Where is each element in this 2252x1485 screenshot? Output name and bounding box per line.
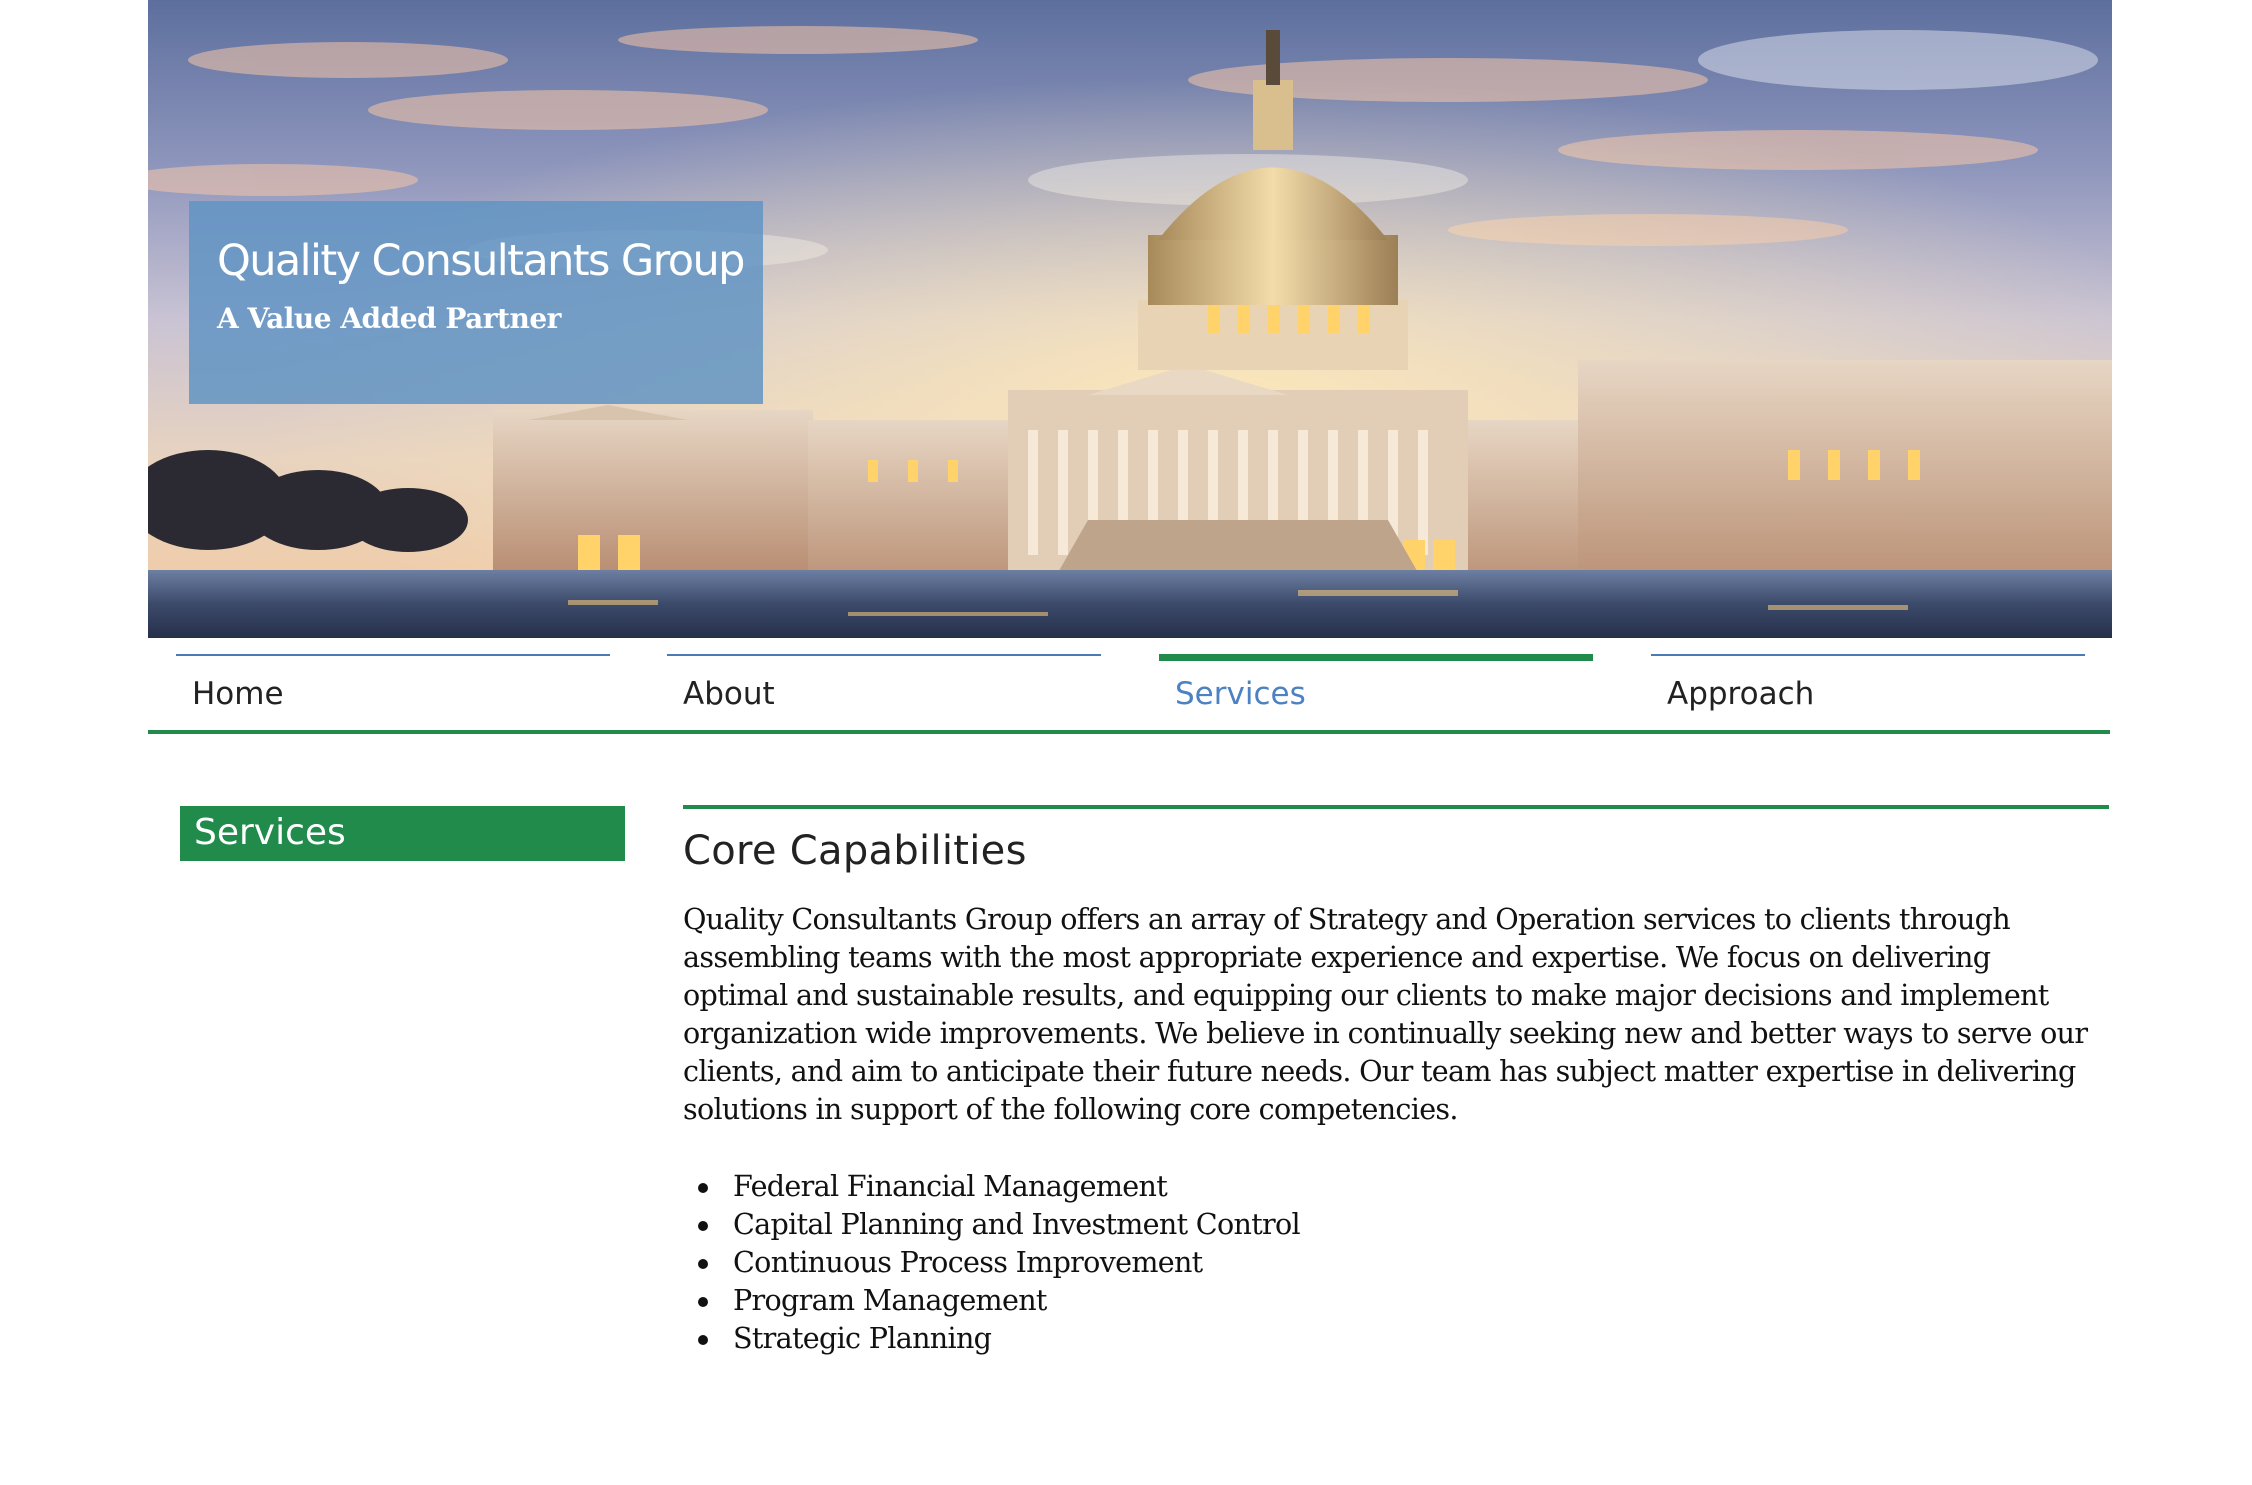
list-item: Program Management <box>698 1281 2103 1319</box>
site-title-box: Quality Consultants Group A Value Added … <box>189 201 763 404</box>
nav-divider <box>148 730 2110 734</box>
nav-item-about[interactable]: About <box>667 654 1101 716</box>
competencies-list: Federal Financial Management Capital Pla… <box>683 1167 2103 1358</box>
page-title: Core Capabilities <box>683 828 1027 874</box>
nav-item-label: Services <box>1175 676 1306 712</box>
nav-item-label: Approach <box>1667 676 1815 712</box>
list-item: Capital Planning and Investment Control <box>698 1205 2103 1243</box>
nav-item-label: Home <box>192 676 284 712</box>
nav-item-home[interactable]: Home <box>176 654 610 716</box>
list-item: Continuous Process Improvement <box>698 1243 2103 1281</box>
nav-item-label: About <box>683 676 775 712</box>
content-body: Quality Consultants Group offers an arra… <box>683 900 2103 1358</box>
site-title[interactable]: Quality Consultants Group <box>217 235 763 287</box>
list-item: Strategic Planning <box>698 1319 2103 1357</box>
nav-item-approach[interactable]: Approach <box>1651 654 2085 716</box>
list-item: Federal Financial Management <box>698 1167 2103 1205</box>
site-tagline: A Value Added Partner <box>217 302 561 335</box>
hero-banner: Quality Consultants Group A Value Added … <box>148 0 2112 638</box>
main-nav: Home About Services Approach <box>148 638 2110 734</box>
intro-paragraph: Quality Consultants Group offers an arra… <box>683 902 2088 1127</box>
content-divider <box>683 805 2109 809</box>
sidebar-heading: Services <box>180 806 625 861</box>
nav-item-services[interactable]: Services <box>1159 654 1593 716</box>
page: Quality Consultants Group A Value Added … <box>0 0 2252 1485</box>
